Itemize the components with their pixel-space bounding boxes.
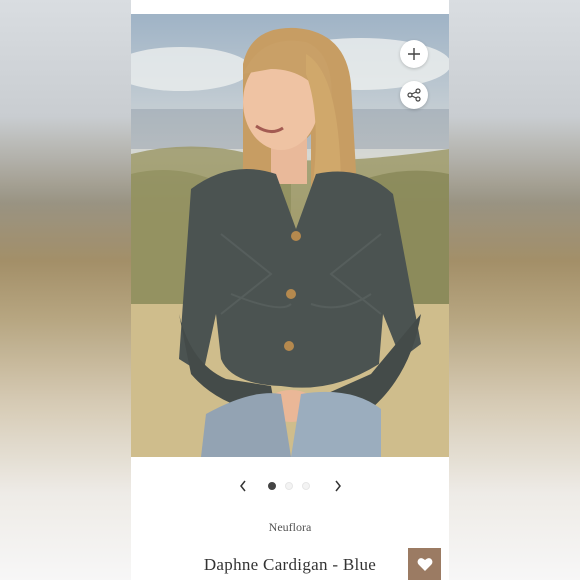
brand-name[interactable]: Neuflora <box>131 520 449 535</box>
chevron-right-icon <box>335 480 341 492</box>
carousel-dots <box>268 482 310 490</box>
carousel-dot[interactable] <box>302 482 310 490</box>
like-button[interactable] <box>408 548 441 580</box>
product-title: Daphne Cardigan - Blue <box>203 555 377 574</box>
next-image-button[interactable] <box>328 476 348 496</box>
share-icon <box>407 88 421 102</box>
previous-image-button[interactable] <box>233 476 253 496</box>
carousel-dot[interactable] <box>285 482 293 490</box>
product-photo-illustration <box>131 27 449 457</box>
heart-icon <box>417 557 432 571</box>
share-button[interactable] <box>400 81 428 109</box>
chevron-left-icon <box>240 480 246 492</box>
product-photo[interactable] <box>131 14 449 457</box>
add-to-bundle-button[interactable] <box>400 40 428 68</box>
carousel-dot-active[interactable] <box>268 482 276 490</box>
plus-icon <box>408 48 420 60</box>
